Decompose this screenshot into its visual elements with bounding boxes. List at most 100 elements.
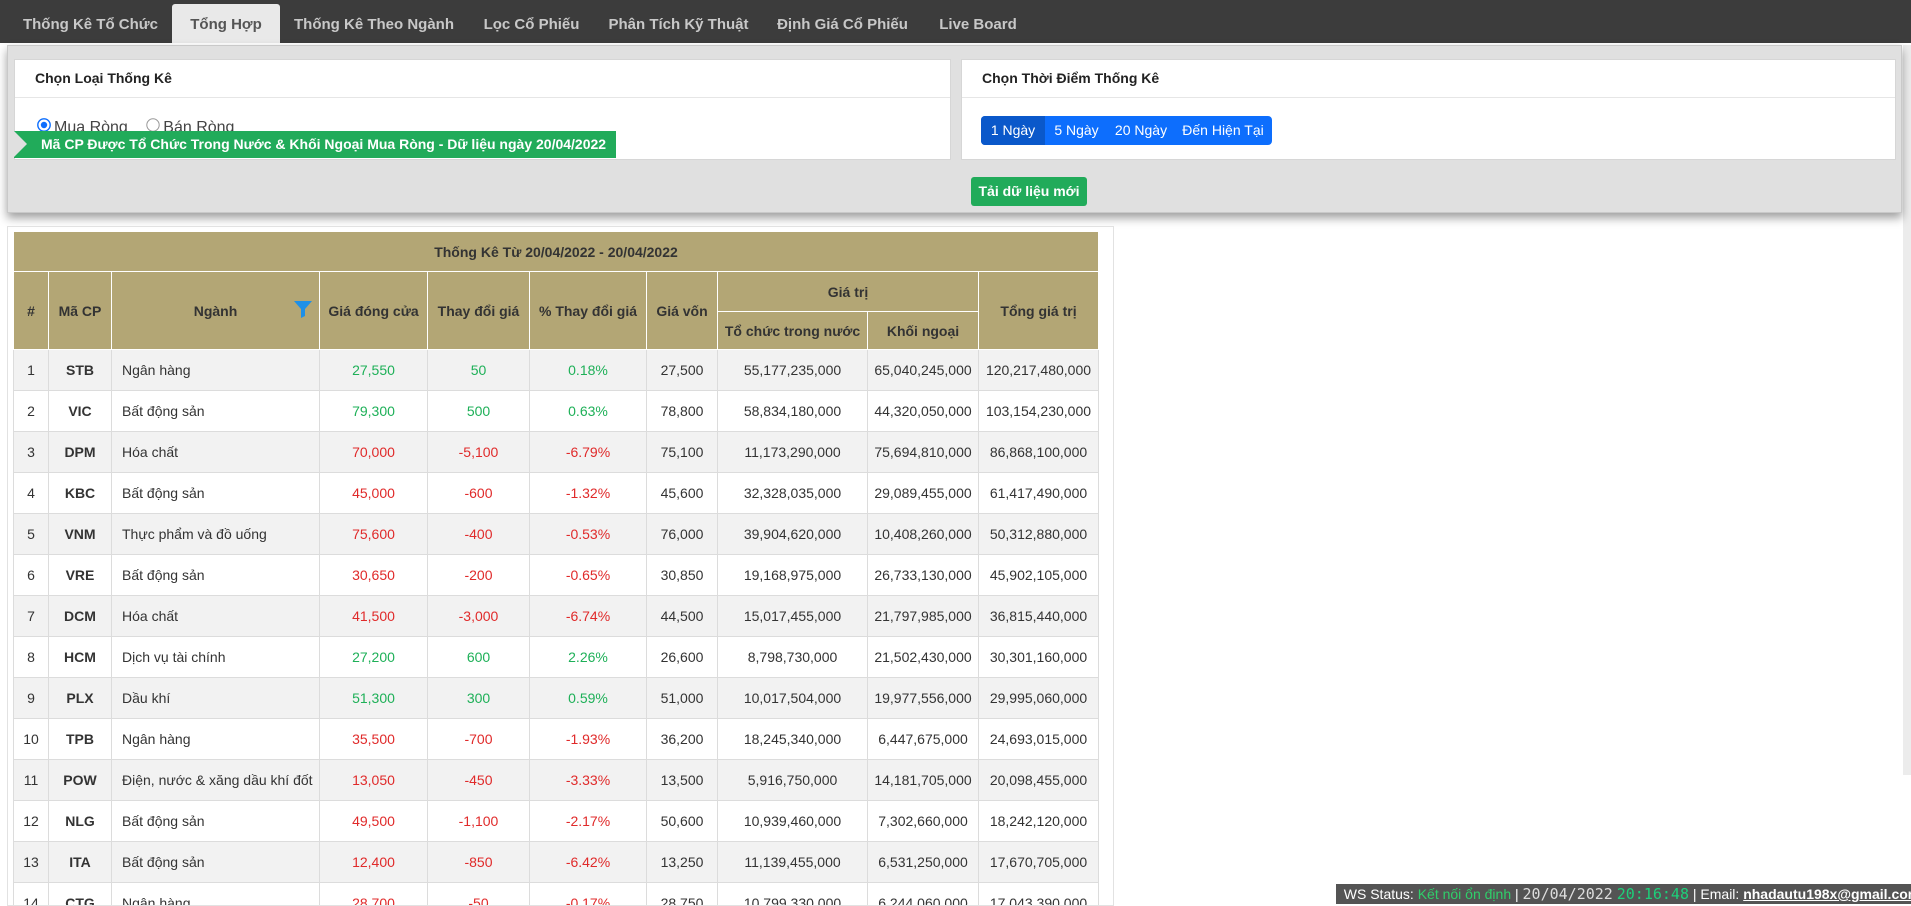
cell-total: 20,098,455,000: [979, 760, 1099, 801]
tab-live-board[interactable]: Live Board: [924, 4, 1032, 43]
cell-change: -450: [428, 760, 530, 801]
tab-phan-tich-ky-thuat[interactable]: Phân Tích Kỹ Thuật: [596, 4, 761, 43]
cell-close: 27,550: [320, 350, 428, 391]
table-row[interactable]: 1STBNgân hàng27,550500.18%27,50055,177,2…: [14, 350, 1099, 391]
col-header-code[interactable]: Mã CP: [49, 272, 112, 350]
cell-code: STB: [49, 350, 112, 391]
email-link[interactable]: nhadautu198x@gmail.com: [1743, 886, 1911, 902]
period-card: Chọn Thời Điểm Thống Kê 1 Ngày5 Ngày20 N…: [961, 59, 1896, 160]
net-buy-table: Thống Kê Từ 20/04/2022 - 20/04/2022 # Mã…: [13, 231, 1099, 906]
table-row[interactable]: 9PLXDầu khí51,3003000.59%51,00010,017,50…: [14, 678, 1099, 719]
col-header-pct[interactable]: % Thay đổi giá: [530, 272, 647, 350]
cell-domestic: 39,904,620,000: [718, 514, 868, 555]
table-row[interactable]: 6VREBất động sản30,650-200-0.65%30,85019…: [14, 555, 1099, 596]
table-row[interactable]: 7DCMHóa chất41,500-3,000-6.74%44,50015,0…: [14, 596, 1099, 637]
cell-industry: Dầu khí: [112, 678, 320, 719]
cell-change: -5,100: [428, 432, 530, 473]
col-header-foreign[interactable]: Khối ngoại: [868, 312, 979, 350]
tab-dinh-gia-co-phieu[interactable]: Định Giá Cổ Phiếu: [762, 4, 923, 43]
cell-industry: Bất động sản: [112, 842, 320, 883]
cell-total: 61,417,490,000: [979, 473, 1099, 514]
period-title: Chọn Thời Điểm Thống Kê: [962, 60, 1895, 98]
col-header-total[interactable]: Tổng giá trị: [979, 272, 1099, 350]
tab-tong-hop[interactable]: Tổng Hợp: [172, 4, 280, 43]
table-row[interactable]: 8HCMDịch vụ tài chính27,2006002.26%26,60…: [14, 637, 1099, 678]
ws-status-value: Kết nối ổn định: [1418, 886, 1511, 902]
cell-total: 17,670,705,000: [979, 842, 1099, 883]
table-row[interactable]: 10TPBNgân hàng35,500-700-1.93%36,20018,2…: [14, 719, 1099, 760]
cell-domestic: 10,799,330,000: [718, 883, 868, 906]
cell-code: CTG: [49, 883, 112, 906]
page-scrollbar[interactable]: [1903, 45, 1911, 775]
tab-thong-ke-to-chuc[interactable]: Thống Kê Tổ Chức: [10, 4, 171, 43]
cell-close: 30,650: [320, 555, 428, 596]
cell-industry: Ngân hàng: [112, 883, 320, 906]
tab-loc-co-phieu[interactable]: Lọc Cổ Phiếu: [468, 4, 595, 43]
table-row[interactable]: 2VICBất động sản79,3005000.63%78,80058,8…: [14, 391, 1099, 432]
cell-index: 3: [14, 432, 49, 473]
col-header-industry[interactable]: Ngành: [112, 272, 320, 350]
cell-code: ITA: [49, 842, 112, 883]
banner-title: Mã CP Được Tổ Chức Trong Nước & Khối Ngo…: [14, 131, 616, 158]
table-caption: Thống Kê Từ 20/04/2022 - 20/04/2022: [14, 232, 1099, 272]
cell-close: 70,000: [320, 432, 428, 473]
table-row[interactable]: 12NLGBất động sản49,500-1,100-2.17%50,60…: [14, 801, 1099, 842]
cell-industry: Ngân hàng: [112, 350, 320, 391]
reload-data-button[interactable]: Tải dữ liệu mới: [971, 177, 1087, 206]
cell-total: 50,312,880,000: [979, 514, 1099, 555]
cell-total: 45,902,105,000: [979, 555, 1099, 596]
cell-close: 12,400: [320, 842, 428, 883]
cell-change: -400: [428, 514, 530, 555]
col-header-cost[interactable]: Giá vốn: [647, 272, 718, 350]
table-row[interactable]: 11POWĐiện, nước & xăng dầu khí đốt13,050…: [14, 760, 1099, 801]
period-den-hien-tai-button[interactable]: Đến Hiện Tại: [1174, 116, 1272, 145]
stat-type-title: Chọn Loại Thống Kê: [15, 60, 950, 98]
table-row[interactable]: 4KBCBất động sản45,000-600-1.32%45,60032…: [14, 473, 1099, 514]
period-5-ngay-button[interactable]: 5 Ngày: [1045, 116, 1108, 145]
col-header-change[interactable]: Thay đổi giá: [428, 272, 530, 350]
cell-pct: 0.59%: [530, 678, 647, 719]
cell-foreign: 14,181,705,000: [868, 760, 979, 801]
cell-pct: -2.17%: [530, 801, 647, 842]
cell-pct: -6.74%: [530, 596, 647, 637]
cell-close: 28,700: [320, 883, 428, 906]
cell-close: 41,500: [320, 596, 428, 637]
period-1-ngay-button[interactable]: 1 Ngày: [981, 116, 1045, 145]
cell-change: 300: [428, 678, 530, 719]
cell-domestic: 8,798,730,000: [718, 637, 868, 678]
cell-domestic: 18,245,340,000: [718, 719, 868, 760]
col-header-index: #: [14, 272, 49, 350]
col-header-domestic[interactable]: Tổ chức trong nước: [718, 312, 868, 350]
tab-thong-ke-theo-nganh[interactable]: Thống Kê Theo Ngành: [281, 4, 467, 43]
cell-cost: 75,100: [647, 432, 718, 473]
cell-foreign: 65,040,245,000: [868, 350, 979, 391]
cell-cost: 76,000: [647, 514, 718, 555]
ws-status-label: WS Status:: [1344, 886, 1414, 902]
period-20-ngay-button[interactable]: 20 Ngày: [1108, 116, 1174, 145]
cell-foreign: 21,502,430,000: [868, 637, 979, 678]
table-row[interactable]: 5VNMThực phẩm và đồ uống75,600-400-0.53%…: [14, 514, 1099, 555]
cell-pct: -0.17%: [530, 883, 647, 906]
cell-change: -3,000: [428, 596, 530, 637]
cell-total: 18,242,120,000: [979, 801, 1099, 842]
cell-code: POW: [49, 760, 112, 801]
cell-foreign: 21,797,985,000: [868, 596, 979, 637]
cell-foreign: 6,531,250,000: [868, 842, 979, 883]
status-bar: WS Status: Kết nối ổn định | 20/04/2022 …: [1336, 884, 1911, 904]
cell-close: 45,000: [320, 473, 428, 514]
cell-industry: Bất động sản: [112, 473, 320, 514]
cell-pct: -3.33%: [530, 760, 647, 801]
cell-change: -1,100: [428, 801, 530, 842]
filter-icon[interactable]: [293, 299, 313, 322]
col-header-close[interactable]: Giá đóng cửa: [320, 272, 428, 350]
cell-code: TPB: [49, 719, 112, 760]
cell-close: 51,300: [320, 678, 428, 719]
cell-code: HCM: [49, 637, 112, 678]
cell-total: 36,815,440,000: [979, 596, 1099, 637]
cell-index: 6: [14, 555, 49, 596]
cell-code: VNM: [49, 514, 112, 555]
table-row[interactable]: 3DPMHóa chất70,000-5,100-6.79%75,10011,1…: [14, 432, 1099, 473]
table-row[interactable]: 13ITABất động sản12,400-850-6.42%13,2501…: [14, 842, 1099, 883]
cell-foreign: 10,408,260,000: [868, 514, 979, 555]
table-row[interactable]: 14CTGNgân hàng28,700-50-0.17%28,75010,79…: [14, 883, 1099, 906]
